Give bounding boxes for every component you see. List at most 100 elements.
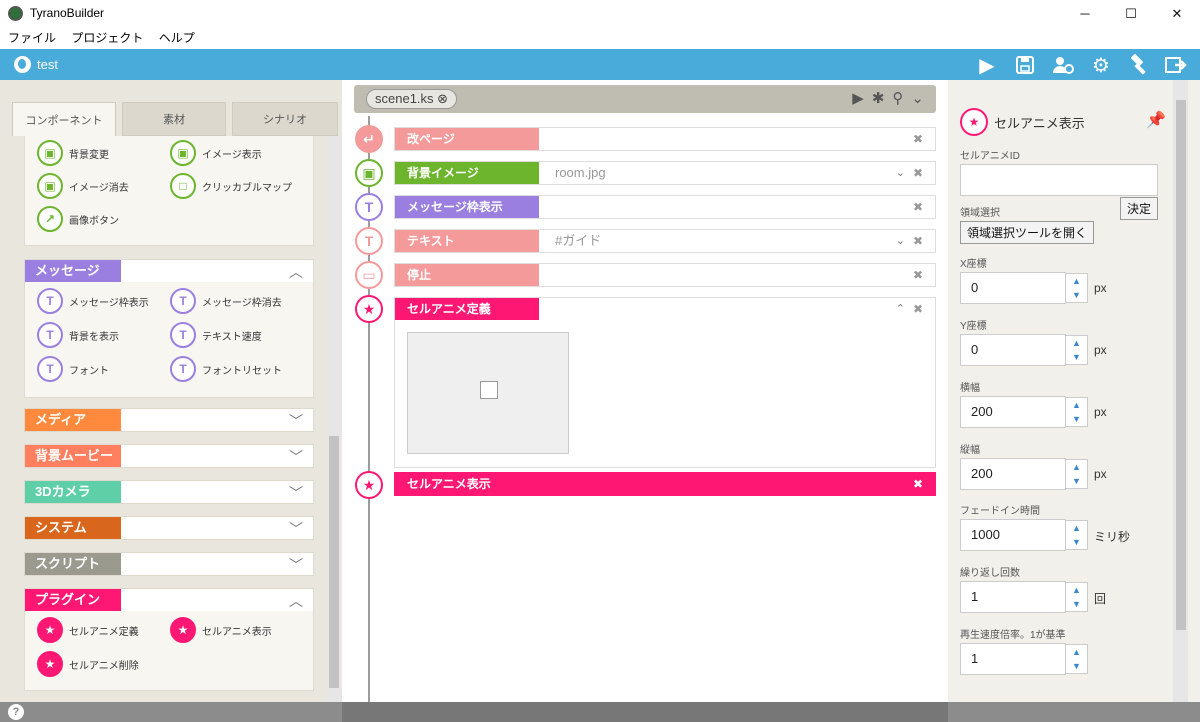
delete-icon[interactable]: ✖	[913, 162, 923, 184]
decide-button[interactable]: 決定	[1120, 197, 1159, 220]
chevron-up-icon[interactable]: ⌃	[896, 298, 905, 320]
chevron-up-icon[interactable]: ︿	[289, 591, 303, 611]
chevron-down-icon[interactable]: ﹀	[289, 555, 303, 575]
chevron-down-icon[interactable]: ﹀	[289, 519, 303, 539]
delete-icon[interactable]: ✖	[913, 128, 923, 150]
category-message[interactable]: メッセージ ︿	[24, 259, 314, 283]
chevron-down-icon[interactable]: ⌄	[911, 89, 924, 107]
left-scrollbar[interactable]	[327, 136, 341, 702]
scroll-thumb[interactable]	[329, 436, 339, 688]
scene-tab[interactable]: scene1.ks ⊗	[366, 89, 458, 109]
y-input[interactable]: 0	[960, 334, 1066, 366]
bg-change-icon: ▣	[37, 140, 63, 166]
component-font-reset[interactable]: T フォントリセット	[170, 356, 282, 382]
image-preview[interactable]	[407, 332, 569, 454]
category-bgmovie[interactable]: 背景ムービー ﹀	[24, 444, 314, 468]
tab-assets[interactable]: 素材	[122, 102, 226, 136]
component-image-button[interactable]: ↗ 画像ボタン	[37, 206, 119, 232]
delete-icon[interactable]: ✖	[913, 473, 923, 495]
component-bg-change[interactable]: ▣ 背景変更	[37, 140, 109, 166]
menu-project[interactable]: プロジェクト	[71, 27, 143, 49]
font-icon: T	[37, 356, 63, 382]
y-stepper[interactable]: ▲ ▼	[1066, 335, 1088, 365]
close-button[interactable]: ✕	[1154, 0, 1200, 27]
minimize-button[interactable]: ─	[1062, 0, 1108, 27]
component-cellanime-define[interactable]: ★ セルアニメ定義	[37, 617, 139, 643]
speed-stepper[interactable]: ▲ ▼	[1066, 644, 1088, 674]
component-bg-display[interactable]: T 背景を表示	[37, 322, 119, 348]
open-region-tool-button[interactable]: 領域選択ツールを開く	[960, 221, 1095, 244]
timeline-row[interactable]: メッセージ枠表示 ✖	[394, 195, 936, 219]
maximize-button[interactable]: ☐	[1108, 0, 1154, 27]
timeline-row-selected[interactable]: セルアニメ表示 ✖	[394, 472, 936, 496]
chevron-down-icon[interactable]: ﹀	[289, 447, 303, 467]
tab-components[interactable]: コンポーネント	[12, 102, 116, 136]
user-settings-icon[interactable]	[1050, 52, 1076, 78]
fade-input[interactable]: 1000	[960, 519, 1066, 551]
component-image-erase[interactable]: ▣ イメージ消去	[37, 173, 129, 199]
timeline-row[interactable]: テキスト #ガイド ⌄ ✖	[394, 229, 936, 253]
delete-icon[interactable]: ✖	[913, 196, 923, 218]
chevron-up-icon[interactable]: ︿	[289, 262, 303, 282]
category-3dcamera[interactable]: 3Dカメラ ﹀	[24, 480, 314, 504]
loop-stepper[interactable]: ▲ ▼	[1066, 582, 1088, 612]
chevron-down-icon[interactable]: ﹀	[289, 483, 303, 503]
timeline-row[interactable]: 背景イメージ room.jpg ⌄ ✖	[394, 161, 936, 185]
pin-icon[interactable]: 📌	[1146, 110, 1166, 130]
x-label: X座標	[960, 259, 987, 270]
x-input[interactable]: 0	[960, 272, 1066, 304]
delete-icon[interactable]: ✖	[913, 230, 923, 252]
x-stepper[interactable]: ▲ ▼	[1066, 273, 1088, 303]
category-system[interactable]: システム ﹀	[24, 516, 314, 540]
chevron-down-icon[interactable]: ﹀	[289, 411, 303, 431]
delete-icon[interactable]: ✖	[913, 264, 923, 286]
component-msg-show[interactable]: T メッセージ枠表示	[37, 288, 149, 314]
delete-icon[interactable]: ✖	[913, 298, 923, 320]
save-icon[interactable]	[1012, 52, 1038, 78]
height-stepper[interactable]: ▲ ▼	[1066, 459, 1088, 489]
help-icon[interactable]: ?	[8, 704, 24, 720]
cellanime-id-input[interactable]	[960, 164, 1158, 196]
loop-input[interactable]: 1	[960, 581, 1066, 613]
chevron-down-icon[interactable]: ⌄	[896, 162, 905, 184]
play-icon[interactable]: ▶	[852, 89, 864, 107]
search-icon[interactable]: ⚲	[892, 89, 903, 107]
close-circle-icon[interactable]: ⊗	[437, 91, 448, 106]
chevron-down-icon[interactable]: ⌄	[896, 230, 905, 252]
width-input[interactable]: 200	[960, 396, 1066, 428]
scroll-thumb[interactable]	[1176, 100, 1186, 630]
hammer-icon[interactable]	[1126, 52, 1152, 78]
category-label: スクリプト	[25, 553, 121, 575]
component-msg-hide[interactable]: T メッセージ枠消去	[170, 288, 282, 314]
width-stepper[interactable]: ▲ ▼	[1066, 397, 1088, 427]
category-media[interactable]: メディア ﹀	[24, 408, 314, 432]
row-label: テキスト	[395, 230, 539, 252]
export-icon[interactable]	[1164, 52, 1190, 78]
component-font[interactable]: T フォント	[37, 356, 109, 382]
component-label: イメージ表示	[202, 149, 262, 161]
play-icon[interactable]: ▶	[974, 52, 1000, 78]
component-text-speed[interactable]: T テキスト速度	[170, 322, 262, 348]
bug-icon[interactable]: ✱	[872, 89, 885, 107]
component-label: イメージ消去	[69, 182, 129, 194]
fade-stepper[interactable]: ▲ ▼	[1066, 520, 1088, 550]
component-cellanime-delete[interactable]: ★ セルアニメ削除	[37, 651, 139, 677]
category-plugin[interactable]: プラグイン ︿	[24, 588, 314, 612]
component-cellanime-show[interactable]: ★ セルアニメ表示	[170, 617, 272, 643]
category-script[interactable]: スクリプト ﹀	[24, 552, 314, 576]
timeline-row[interactable]: 停止 ✖	[394, 263, 936, 287]
menu-file[interactable]: ファイル	[8, 27, 56, 49]
gear-icon[interactable]: ⚙	[1088, 52, 1114, 78]
component-clickable-map[interactable]: □ クリッカブルマップ	[170, 173, 292, 199]
right-scrollbar[interactable]	[1173, 80, 1188, 702]
menu-help[interactable]: ヘルプ	[159, 27, 195, 49]
component-list: ▣ 背景変更 ▣ イメージ表示 ▣ イメージ消去 □ クリッカブルマップ ↗ 画…	[12, 136, 317, 702]
speed-input[interactable]: 1	[960, 643, 1066, 675]
timeline-row[interactable]: 改ページ ✖	[394, 127, 936, 151]
height-input[interactable]: 200	[960, 458, 1066, 490]
project-name[interactable]: test	[14, 56, 58, 73]
component-label: 背景を表示	[69, 331, 119, 343]
component-image-show[interactable]: ▣ イメージ表示	[170, 140, 262, 166]
tab-scenario[interactable]: シナリオ	[232, 102, 338, 136]
timeline-row[interactable]: セルアニメ定義 ⌃ ✖	[394, 297, 936, 321]
